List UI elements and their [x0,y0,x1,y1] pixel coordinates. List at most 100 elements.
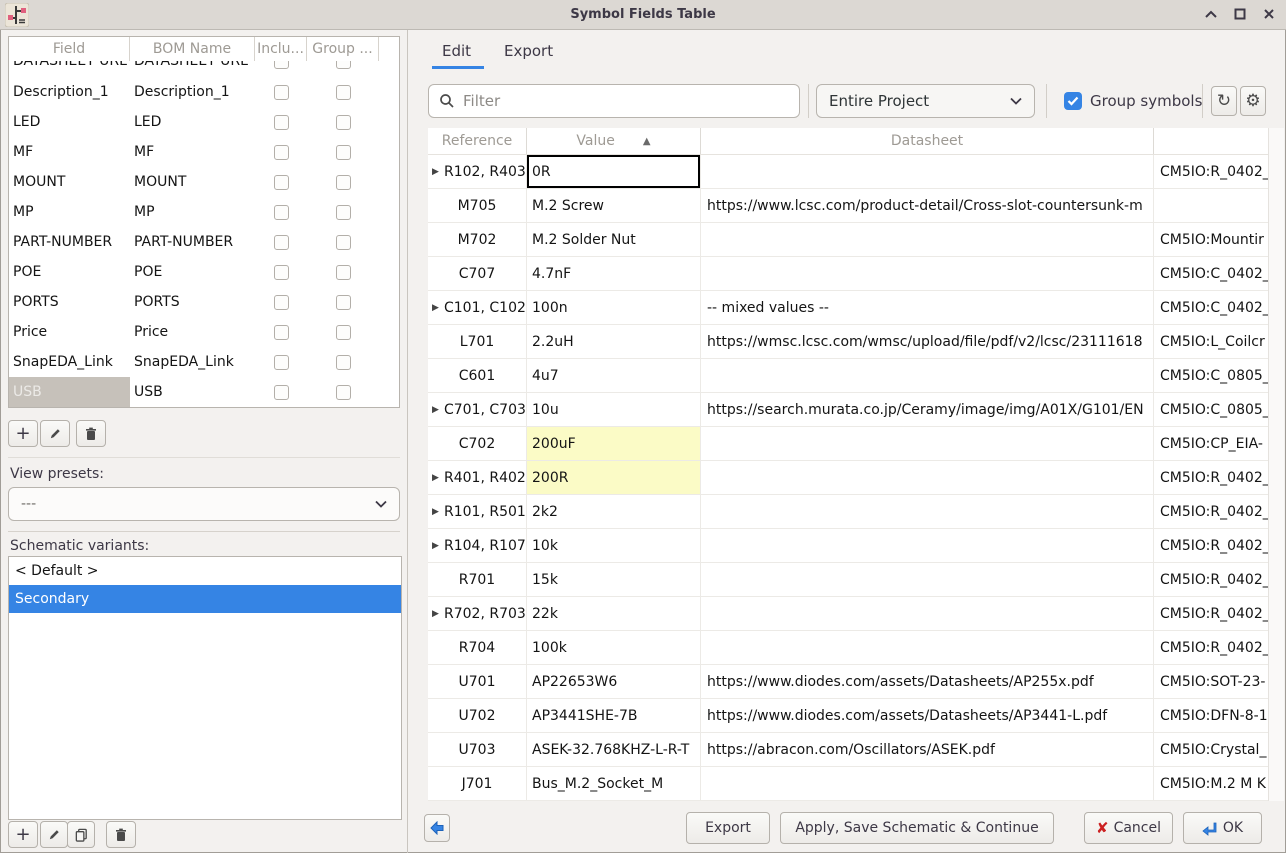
expand-arrow-icon[interactable]: ▶ [432,507,439,517]
tab-export[interactable]: Export [504,42,553,60]
value-cell[interactable]: Bus_M.2_Socket_M [527,767,701,800]
footprint-cell[interactable]: CM5IO:M.2 M K [1154,767,1268,800]
reference-cell[interactable]: ▶R401, R402 [428,461,527,494]
checkbox[interactable] [274,235,289,250]
table-row[interactable]: M705M.2 Screwhttps://www.lcsc.com/produc… [428,189,1268,223]
panel-divider[interactable] [407,30,408,853]
field-row[interactable]: LEDLED [9,107,399,137]
value-cell[interactable]: AP22653W6 [527,665,701,698]
reference-cell[interactable]: ▶C701, C703 [428,393,527,426]
value-cell[interactable]: M.2 Solder Nut [527,223,701,256]
field-row[interactable]: Description_1Description_1 [9,77,399,107]
datasheet-cell[interactable]: -- mixed values -- [701,291,1154,324]
datasheet-cell[interactable] [701,495,1154,528]
checkbox[interactable] [274,175,289,190]
group-symbols-label[interactable]: Group symbols [1090,92,1202,110]
reference-cell[interactable]: M705 [428,189,527,222]
value-cell[interactable]: 100k [527,631,701,664]
field-row[interactable]: SnapEDA_LinkSnapEDA_Link [9,347,399,377]
col-reference[interactable]: Reference [428,128,527,154]
footprint-cell[interactable]: CM5IO:C_0402_ [1154,291,1268,324]
variant-item[interactable]: < Default > [9,557,401,585]
field-name-cell[interactable]: USB [9,377,130,407]
field-row[interactable]: MFMF [9,137,399,167]
group-cell[interactable] [307,85,379,100]
field-row[interactable]: PricePrice [9,317,399,347]
group-cell[interactable] [307,115,379,130]
settings-button[interactable]: ⚙ [1240,86,1266,116]
group-cell[interactable] [307,265,379,280]
delete-variant-button[interactable] [106,821,136,848]
table-row[interactable]: ▶C701, C70310uhttps://search.murata.co.j… [428,393,1268,427]
datasheet-cell[interactable] [701,767,1154,800]
checkbox[interactable] [336,355,351,370]
datasheet-cell[interactable] [701,461,1154,494]
table-row[interactable]: R704100kCM5IO:R_0402_ [428,631,1268,665]
datasheet-cell[interactable] [701,257,1154,290]
tab-edit[interactable]: Edit [442,42,471,60]
field-name-cell[interactable]: MF [9,144,130,160]
field-row[interactable]: USBUSB [9,377,399,407]
reference-cell[interactable]: ▶R104, R107 [428,529,527,562]
footprint-cell[interactable]: CM5IO:CP_EIA- [1154,427,1268,460]
include-cell[interactable] [255,385,307,400]
checkbox[interactable] [336,115,351,130]
ok-button[interactable]: OK [1183,812,1262,844]
checkbox[interactable] [274,205,289,220]
include-cell[interactable] [255,295,307,310]
include-cell[interactable] [255,85,307,100]
datasheet-cell[interactable] [701,359,1154,392]
table-row[interactable]: ▶R104, R10710kCM5IO:R_0402_ [428,529,1268,563]
clipped-field-row[interactable]: DATASHEET URLDATASHEET URL [9,61,399,77]
field-row[interactable]: PART-NUMBERPART-NUMBER [9,227,399,257]
col-bom-name[interactable]: BOM Name [130,37,255,61]
bom-name-cell[interactable]: Description_1 [130,84,255,100]
maximize-icon[interactable] [1233,7,1247,21]
value-cell[interactable]: 200uF [527,427,701,460]
include-cell[interactable] [255,265,307,280]
field-name-cell[interactable]: SnapEDA_Link [9,354,130,370]
table-row[interactable]: ▶R101, R5012k2CM5IO:R_0402_ [428,495,1268,529]
include-cell[interactable] [255,61,307,69]
field-name-cell[interactable]: MP [9,204,130,220]
filter-input[interactable]: Filter [428,84,800,118]
datasheet-cell[interactable] [701,631,1154,664]
field-name-cell[interactable]: DATASHEET URL [9,61,130,69]
footprint-cell[interactable]: CM5IO:R_0402_ [1154,461,1268,494]
vertical-scrollbar[interactable] [1268,128,1284,801]
bom-name-cell[interactable]: Price [130,324,255,340]
table-row[interactable]: J701Bus_M.2_Socket_MCM5IO:M.2 M K [428,767,1268,801]
checkbox[interactable] [274,115,289,130]
reference-cell[interactable]: U701 [428,665,527,698]
reference-cell[interactable]: ▶R101, R501 [428,495,527,528]
minimize-icon[interactable] [1204,7,1218,21]
bom-name-cell[interactable]: DATASHEET URL [130,61,255,69]
table-row[interactable]: U702AP3441SHE-7Bhttps://www.diodes.com/a… [428,699,1268,733]
table-row[interactable]: U701AP22653W6https://www.diodes.com/asse… [428,665,1268,699]
bom-name-cell[interactable]: USB [130,384,255,400]
datasheet-cell[interactable] [701,427,1154,460]
reference-cell[interactable]: U703 [428,733,527,766]
datasheet-cell[interactable]: https://www.lcsc.com/product-detail/Cros… [701,189,1154,222]
datasheet-cell[interactable] [701,155,1154,188]
table-row[interactable]: M702M.2 Solder NutCM5IO:Mountir [428,223,1268,257]
table-row[interactable]: C6014u7CM5IO:C_0805_ [428,359,1268,393]
expand-arrow-icon[interactable]: ▶ [432,405,439,415]
expand-arrow-icon[interactable]: ▶ [432,541,439,551]
group-cell[interactable] [307,385,379,400]
footprint-cell[interactable]: CM5IO:R_0402_ [1154,563,1268,596]
datasheet-cell[interactable] [701,529,1154,562]
reference-cell[interactable]: R704 [428,631,527,664]
group-cell[interactable] [307,235,379,250]
datasheet-cell[interactable]: https://wmsc.lcsc.com/wmsc/upload/file/p… [701,325,1154,358]
bom-name-cell[interactable]: SnapEDA_Link [130,354,255,370]
field-row[interactable]: PORTSPORTS [9,287,399,317]
table-row[interactable]: L7012.2uHhttps://wmsc.lcsc.com/wmsc/uplo… [428,325,1268,359]
bom-name-cell[interactable]: POE [130,264,255,280]
checkbox[interactable] [274,385,289,400]
reference-cell[interactable]: L701 [428,325,527,358]
group-cell[interactable] [307,175,379,190]
group-cell[interactable] [307,325,379,340]
value-cell[interactable]: 2k2 [527,495,701,528]
table-row[interactable]: ▶R102, R4030RCM5IO:R_0402_ [428,155,1268,189]
